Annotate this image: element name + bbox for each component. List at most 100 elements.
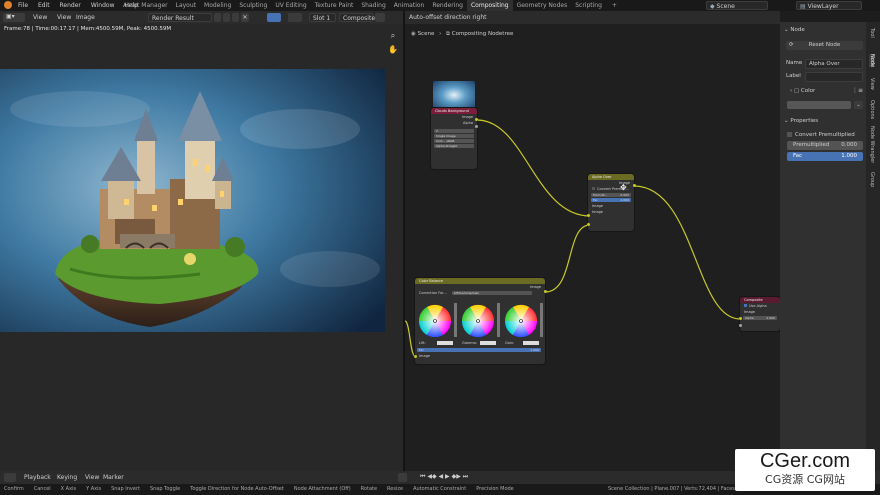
zoom-icon[interactable]: ⌕ — [388, 31, 398, 41]
tab-uv-editing[interactable]: UV Editing — [271, 0, 310, 11]
premultiplied-field[interactable]: Premultiplied 0.000 — [787, 141, 863, 150]
tab-layout[interactable]: Layout — [172, 0, 200, 11]
jump-end-icon[interactable]: ⏭ — [463, 473, 468, 480]
timeline-marker-menu[interactable]: Marker — [103, 474, 124, 481]
premult-field[interactable]: Premult... 0.000 — [591, 193, 631, 197]
menu-image[interactable]: Image — [76, 14, 95, 21]
gamma-color-swatch[interactable] — [480, 341, 496, 345]
composite-alpha-socket[interactable] — [739, 324, 742, 327]
menu-render[interactable]: Render — [60, 0, 81, 11]
color-panel-header[interactable]: › ▢ Color — [790, 88, 815, 94]
prev-keyframe-icon[interactable]: ◀◆ — [427, 473, 436, 480]
tab-group[interactable]: Group — [869, 172, 875, 187]
gamma-wheel[interactable] — [461, 304, 495, 338]
color-presets-icon[interactable]: ⋮≡ — [852, 87, 863, 94]
blender-logo-icon[interactable] — [4, 1, 12, 9]
render-image[interactable] — [0, 69, 385, 332]
tab-shading[interactable]: Shading — [357, 0, 389, 11]
lift-color-swatch[interactable] — [437, 341, 453, 345]
color-balance-input-socket[interactable] — [414, 355, 417, 358]
auto-keying-icon[interactable] — [398, 473, 407, 482]
reset-node-button[interactable]: ⟳ Reset Node — [786, 41, 863, 50]
panel-node-header[interactable]: ⌄ Node — [784, 27, 805, 33]
tab-sculpting[interactable]: Sculpting — [235, 0, 271, 11]
composite-image-socket[interactable] — [739, 317, 742, 320]
alpha-over-input-2-socket[interactable] — [587, 223, 590, 226]
alpha-mode-dropdown[interactable]: Alpha Straight — [434, 144, 474, 148]
tab-texture-paint[interactable]: Texture Paint — [311, 0, 358, 11]
fake-user-icon[interactable] — [214, 13, 221, 22]
close-icon[interactable]: ✕ — [241, 13, 249, 22]
lift-wheel[interactable] — [418, 304, 452, 338]
view-layer-selector[interactable]: ▤ ViewLayer — [796, 1, 862, 10]
composite-node[interactable]: Composite Use Alpha Image Alpha 1.000 — [740, 297, 780, 331]
image-browse-dropdown[interactable]: Render Result — [148, 13, 212, 22]
pass-dropdown[interactable]: Composite — [339, 13, 375, 22]
menu-view[interactable]: View — [33, 14, 47, 21]
image-node[interactable]: Clouds Background Image Alpha 2 Single I… — [431, 108, 477, 169]
fac-field-sidebar[interactable]: Fac 1.000 — [787, 152, 863, 161]
timeline-playback-menu[interactable]: Playback — [24, 474, 51, 481]
alpha-output-socket[interactable] — [475, 125, 478, 128]
open-image-icon[interactable] — [232, 13, 239, 22]
composite-alpha-field[interactable]: Alpha 1.000 — [743, 316, 777, 320]
gamma-value-slider[interactable] — [497, 303, 500, 337]
slot-dropdown[interactable]: Slot 1 — [309, 13, 336, 22]
color-menu-chevron-icon[interactable]: ⌄ — [854, 101, 863, 109]
gain-wheel[interactable] — [504, 304, 538, 338]
timeline-editor-type-icon[interactable] — [4, 473, 16, 482]
color-balance-output-socket[interactable] — [544, 290, 547, 293]
play-reverse-icon[interactable]: ◀ — [438, 473, 443, 480]
gain-color-swatch[interactable] — [523, 341, 539, 345]
tab-options[interactable]: Options — [869, 100, 875, 119]
editor-type-button[interactable]: ▣▾ — [3, 13, 25, 22]
gizmo-toggle-icon[interactable] — [267, 13, 281, 22]
menu-file[interactable]: File — [18, 0, 28, 11]
out-alpha-label: Alpha — [463, 121, 473, 125]
gain-value-slider[interactable] — [540, 303, 543, 337]
alpha-over-output-socket[interactable] — [633, 184, 636, 187]
tab-node[interactable]: Node — [869, 54, 875, 68]
image-output-socket[interactable] — [475, 118, 478, 121]
scene-selector[interactable]: ◆ Scene — [706, 1, 768, 10]
overlay-toggle-icon[interactable] — [288, 13, 302, 22]
color-balance-fac-field[interactable]: Fac 1.000 — [417, 348, 541, 352]
fac-field[interactable]: Fac 1.000 — [591, 198, 631, 202]
tab-view[interactable]: View — [869, 78, 875, 90]
convert-premult-checkbox[interactable]: Convert Premult... — [588, 186, 634, 192]
color-space-dropdown[interactable]: Colo... sRGB — [434, 139, 474, 143]
tab-compositing[interactable]: Compositing — [466, 0, 513, 11]
menu-view-2[interactable]: View — [57, 14, 71, 21]
tab-geometry-nodes[interactable]: Geometry Nodes — [513, 0, 572, 11]
display-channels-icon[interactable] — [375, 13, 385, 22]
hand-pan-icon[interactable]: ✋ — [388, 45, 398, 55]
timeline-keying-menu[interactable]: Keying — [57, 474, 77, 481]
image-users-count[interactable]: 2 — [434, 129, 474, 133]
jump-start-icon[interactable]: ⏮ — [420, 473, 425, 480]
node-editor[interactable]: Auto-offset direction right ◉ Scene › ⧉ … — [405, 11, 780, 471]
properties-panel-header[interactable]: ⌄ Properties — [784, 118, 818, 124]
tab-node-wrangler[interactable]: Node Wrangler — [869, 126, 875, 163]
add-workspace-icon[interactable]: + — [608, 0, 621, 11]
source-dropdown[interactable]: Single Image — [434, 134, 474, 138]
tab-asset-manager[interactable]: Asset Manager — [119, 0, 172, 11]
convert-premultiplied-checkbox[interactable]: Convert Premultiplied — [787, 132, 855, 138]
tab-animation[interactable]: Animation — [390, 0, 429, 11]
tab-modeling[interactable]: Modeling — [200, 0, 235, 11]
name-field[interactable]: Alpha Over — [805, 59, 863, 69]
node-color-swatch[interactable] — [787, 101, 851, 109]
lift-value-slider[interactable] — [454, 303, 457, 337]
new-image-icon[interactable] — [223, 13, 230, 22]
tab-scripting[interactable]: Scripting — [571, 0, 606, 11]
alpha-over-node[interactable]: Alpha Over Image Convert Premult... Prem… — [588, 174, 634, 231]
play-icon[interactable]: ▶ — [445, 473, 450, 480]
correction-mode-dropdown[interactable]: Lift/Gamma/Gain — [451, 291, 532, 295]
menu-edit[interactable]: Edit — [38, 0, 50, 11]
alpha-over-input-1-socket[interactable] — [587, 214, 590, 217]
next-keyframe-icon[interactable]: ◆▶ — [452, 473, 461, 480]
tab-rendering[interactable]: Rendering — [428, 0, 467, 11]
menu-window[interactable]: Window — [91, 0, 115, 11]
timeline-view-menu[interactable]: View — [85, 474, 99, 481]
tab-tool[interactable]: Tool — [869, 28, 875, 38]
label-field[interactable] — [805, 72, 863, 82]
